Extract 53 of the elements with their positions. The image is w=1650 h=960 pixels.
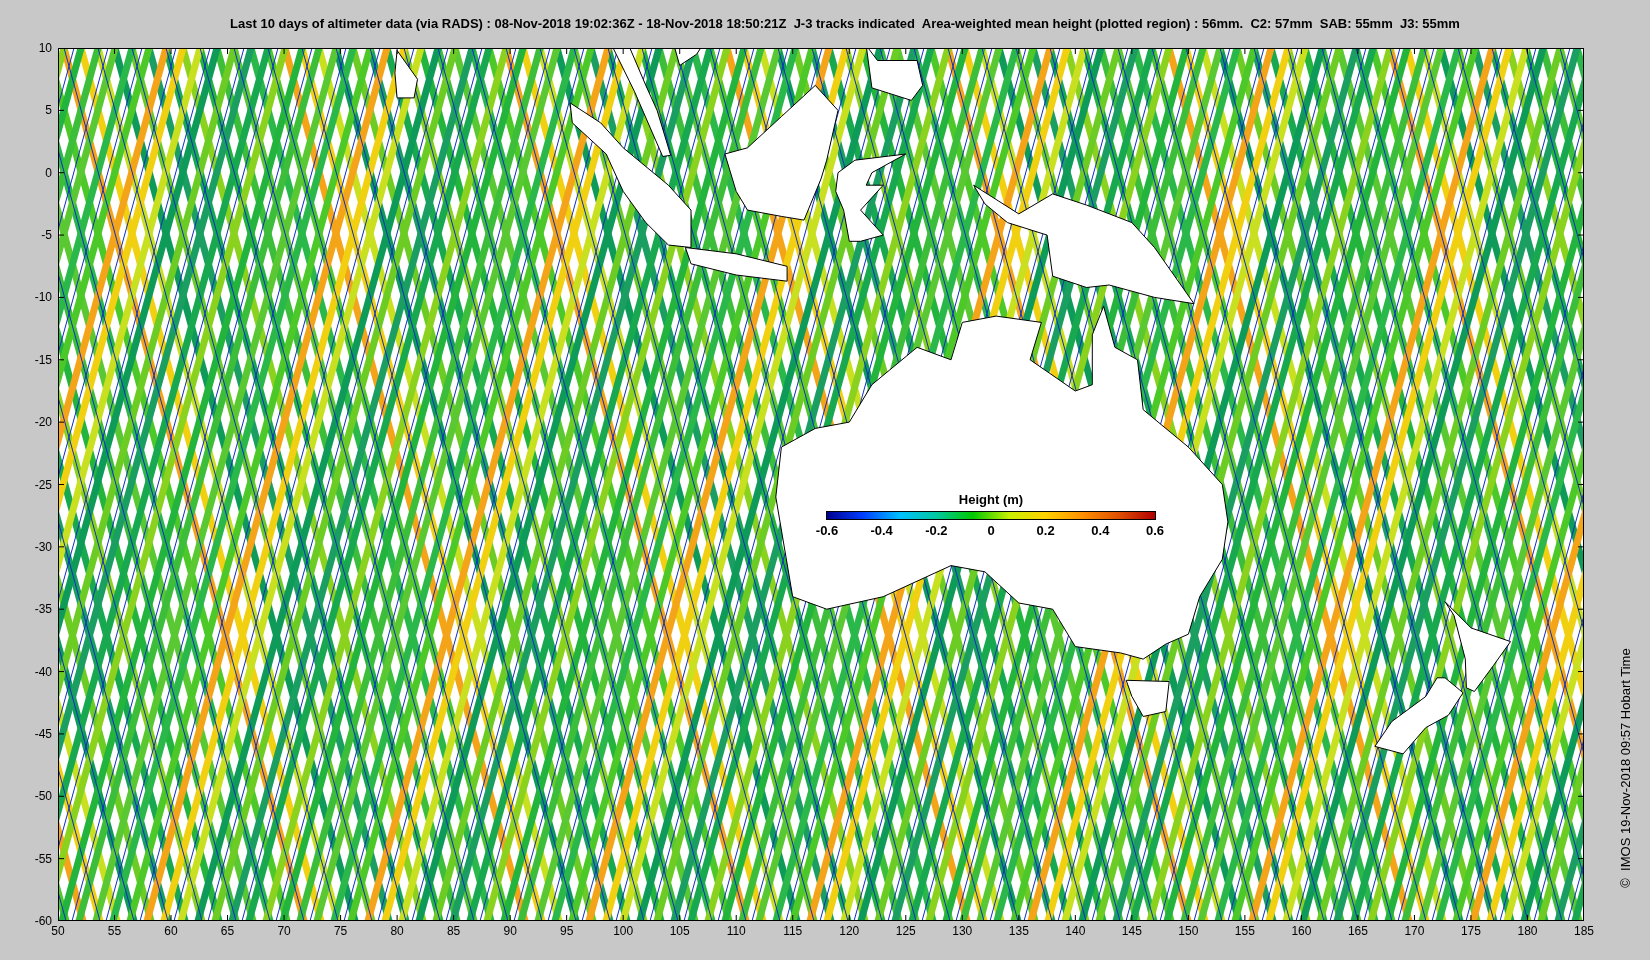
x-axis-label: 160 [1291,925,1312,937]
y-axis-label: -10 [34,291,52,304]
x-axis-label: 80 [390,925,404,937]
y-axis-label: -55 [34,852,52,865]
colorbar-label: -0.4 [870,524,893,537]
colorbar-title: Height (m) [958,493,1024,506]
x-axis-label: 100 [613,925,634,937]
x-axis-label: 90 [503,925,517,937]
y-axis-label: 5 [45,104,52,117]
x-axis-label: 70 [277,925,291,937]
y-axis-label: -15 [34,353,52,366]
y-axis-label: -35 [34,603,52,616]
x-axis-label: 155 [1234,925,1255,937]
y-axis-label: 10 [38,42,52,54]
x-axis-label: 60 [164,925,178,937]
y-axis-label: -5 [41,229,52,242]
x-axis-label: 115 [783,925,803,937]
x-axis-label: 145 [1121,925,1142,937]
x-axis-label: 110 [726,925,746,937]
x-axis-label: 55 [107,925,122,937]
y-axis-label: -25 [34,478,52,491]
x-axis-label: 65 [220,925,235,937]
colorbar-label: -0.6 [815,524,839,537]
x-axis-label: 50 [51,925,65,937]
x-axis-label: 105 [669,925,690,937]
x-axis-label: 175 [1460,925,1481,937]
chart-title: Last 10 days of altimeter data (via RADS) : 08-Nov-2018 19:02:36Z - 18-Nov-2018 18:50:21Z J-3 tracks indicated Area-weighted mean height (plotted region) : 56mm. C2: 57mm SAB: 55mm J3: 55mm [230,15,1460,34]
x-axis-label: 125 [895,925,916,937]
x-axis-label: 135 [1008,925,1029,937]
x-axis-label: 95 [560,925,574,937]
y-axis-label: -40 [34,665,52,678]
x-axis-label: 150 [1178,925,1199,937]
y-axis-label: -30 [34,540,52,553]
colorbar-label: 0.4 [1091,524,1110,537]
x-axis-label: 75 [333,925,348,937]
y-axis-label: -45 [34,727,52,740]
x-axis-label: 120 [839,925,860,937]
x-axis-label: 185 [1574,925,1594,937]
y-axis-label: -50 [34,790,52,803]
x-axis-label: 170 [1404,925,1425,937]
colorbar-label: 0 [987,524,995,537]
x-axis-label: 85 [446,925,461,937]
y-axis-label: -20 [34,416,52,429]
x-axis-label: 130 [952,925,973,937]
x-axis-label: 140 [1065,925,1086,937]
x-axis-label: 165 [1347,925,1368,937]
colorbar-label: 0.6 [1145,524,1165,537]
copyright-credit: © IMOS 19-Nov-2018 09:57 Hobart Time [1617,648,1635,888]
y-axis-label: 0 [45,166,52,179]
colorbar-label: -0.2 [925,524,948,537]
x-axis-label: 180 [1517,925,1538,937]
colorbar-label: 0.2 [1036,524,1055,537]
y-axis-label: -60 [34,915,52,927]
